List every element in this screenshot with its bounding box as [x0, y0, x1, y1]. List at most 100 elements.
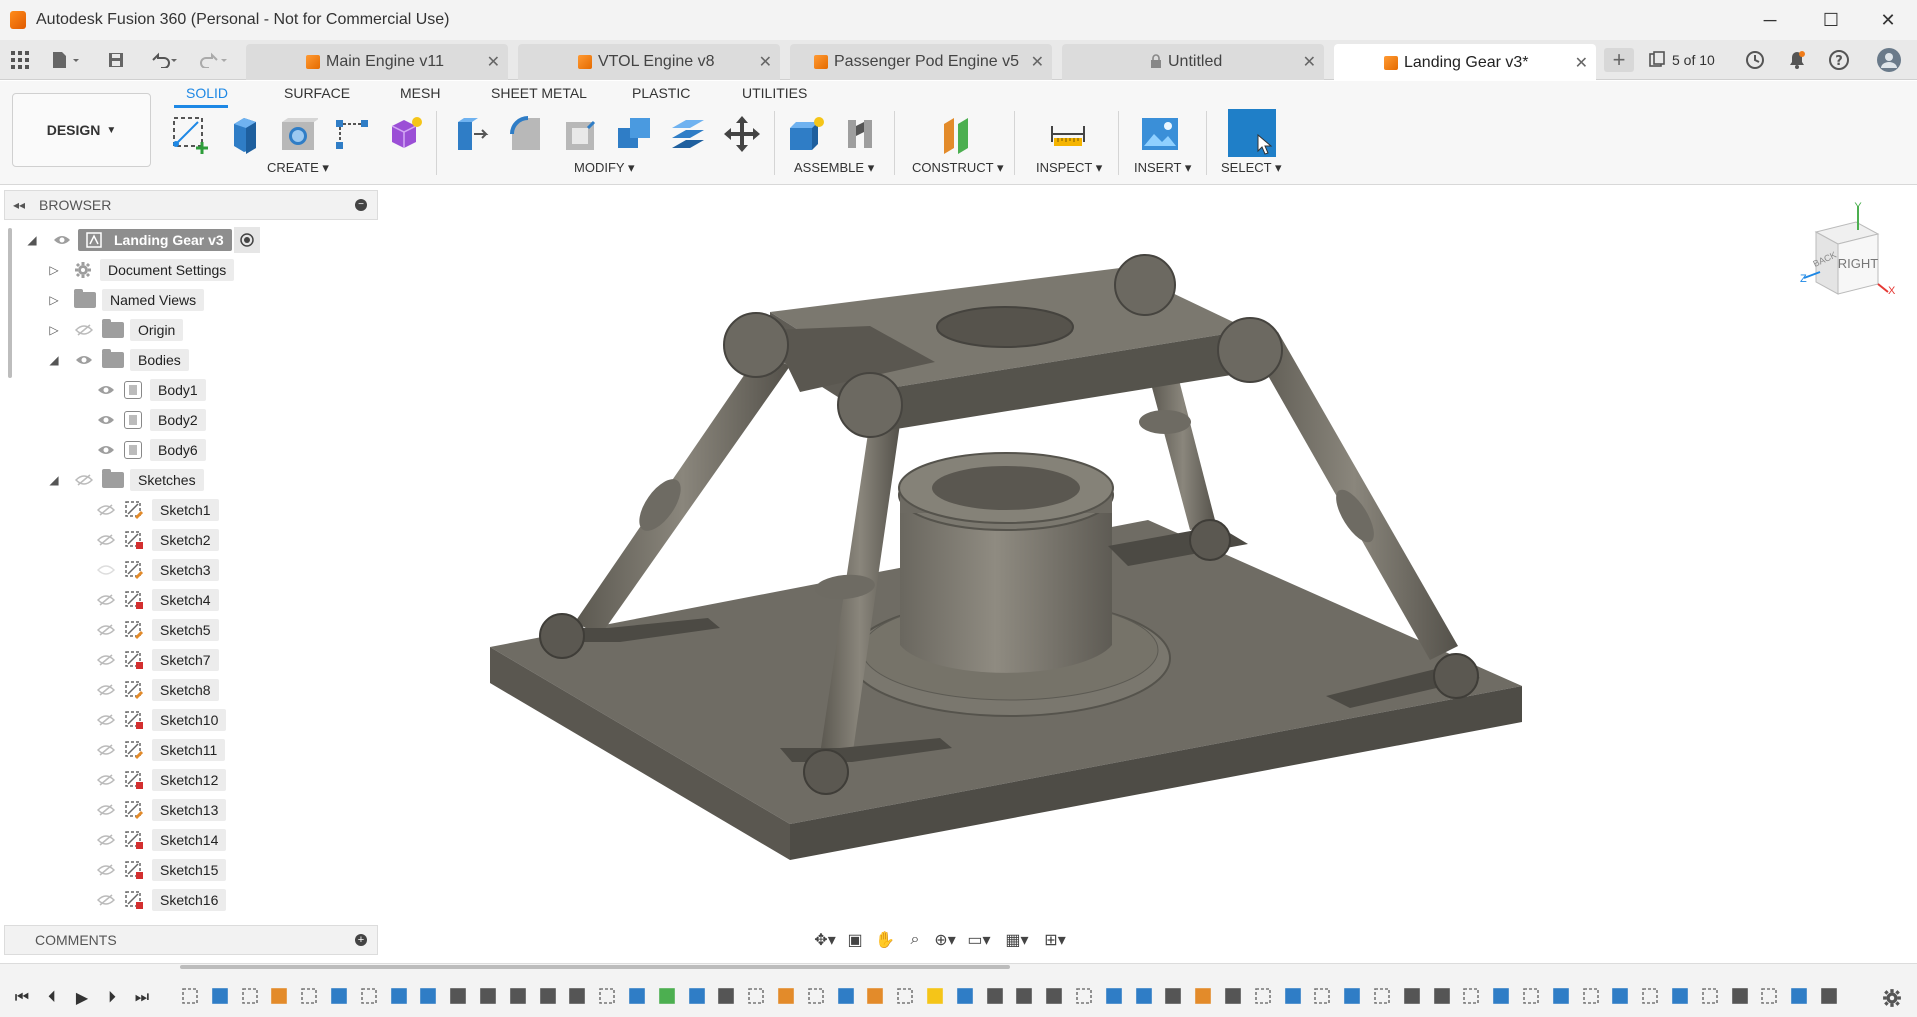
hidden-eye-icon[interactable]	[74, 323, 94, 337]
tab-counter[interactable]: 5 of 10	[1648, 48, 1715, 72]
step-forward-icon[interactable]: ⏵	[100, 986, 124, 1010]
zoom-icon[interactable]: ⌕	[900, 927, 930, 953]
timeline-revolve-icon[interactable]	[329, 986, 351, 1008]
browser-sketch[interactable]: Sketch4	[96, 587, 219, 613]
hidden-eye-icon[interactable]	[96, 593, 116, 607]
browser-body[interactable]: Body2	[96, 407, 206, 433]
play-icon[interactable]: ▶	[70, 986, 94, 1010]
timeline-sketch-icon[interactable]	[359, 986, 381, 1008]
timeline-shell-icon[interactable]	[538, 986, 560, 1008]
visibility-eye-icon[interactable]	[96, 443, 116, 457]
browser-sketch[interactable]: Sketch7	[96, 647, 219, 673]
timeline-sketch-icon[interactable]	[1759, 986, 1781, 1008]
modify-group-label[interactable]: MODIFY ▾	[574, 160, 634, 176]
workspace-switcher[interactable]: DESIGN ▼	[12, 93, 151, 167]
hidden-eye-icon[interactable]	[96, 653, 116, 667]
3d-viewport[interactable]	[380, 186, 1917, 956]
browser-sketch[interactable]: Sketch14	[96, 827, 227, 853]
help-icon[interactable]: ?	[1826, 48, 1852, 72]
timeline-extrude-icon[interactable]	[627, 986, 649, 1008]
tab-landing-gear[interactable]: Landing Gear v3* ✕	[1334, 44, 1596, 81]
browser-bodies[interactable]: ◢ Bodies	[46, 347, 189, 373]
shell-icon[interactable]	[558, 111, 602, 157]
collapse-triangle-icon[interactable]: ◢	[46, 352, 62, 368]
visibility-eye-icon[interactable]	[96, 413, 116, 427]
offset-plane-icon[interactable]	[936, 111, 980, 157]
hidden-eye-icon[interactable]	[96, 713, 116, 727]
expand-triangle-icon[interactable]: ▷	[46, 322, 62, 338]
move-copy-icon[interactable]	[720, 111, 764, 157]
tab-passenger-pod-engine[interactable]: Passenger Pod Engine v5 ✕	[790, 44, 1052, 80]
browser-named-views[interactable]: ▷ Named Views	[46, 287, 205, 313]
look-at-icon[interactable]: ▣	[840, 927, 870, 953]
create-sketch-icon[interactable]	[168, 111, 212, 157]
timeline-sketch-icon[interactable]	[299, 986, 321, 1008]
timeline-sketch-icon[interactable]	[1372, 986, 1394, 1008]
tab-close-icon[interactable]: ✕	[1031, 52, 1044, 72]
hidden-eye-icon[interactable]	[74, 473, 94, 487]
timeline-extrude-icon[interactable]	[1283, 986, 1305, 1008]
browser-scrollbar[interactable]	[8, 228, 12, 378]
timeline-extrude-icon[interactable]	[1491, 986, 1513, 1008]
timeline-extrude-icon[interactable]	[1789, 986, 1811, 1008]
orbit-icon[interactable]: ✥▾	[810, 927, 840, 953]
tab-close-icon[interactable]: ✕	[759, 52, 772, 72]
tab-utilities[interactable]: UTILITIES	[742, 85, 807, 101]
browser-header[interactable]: ◂◂ BROWSER −	[4, 190, 378, 220]
visibility-eye-icon[interactable]	[74, 353, 94, 367]
timeline-box-icon[interactable]	[687, 986, 709, 1008]
create-group-label[interactable]: CREATE ▾	[267, 160, 329, 176]
timeline-shell-icon[interactable]	[1819, 986, 1841, 1008]
add-comment-icon[interactable]: +	[355, 934, 367, 946]
timeline-fillet-icon[interactable]	[1193, 986, 1215, 1008]
tab-vtol-engine[interactable]: VTOL Engine v8 ✕	[518, 44, 780, 80]
tab-untitled[interactable]: Untitled ✕	[1062, 44, 1324, 80]
timeline-shell-icon[interactable]	[716, 986, 738, 1008]
go-to-start-icon[interactable]: ⏮	[10, 986, 34, 1010]
browser-body[interactable]: Body1	[96, 377, 206, 403]
timeline-extrude-icon[interactable]	[836, 986, 858, 1008]
hidden-eye-icon[interactable]	[96, 623, 116, 637]
browser-document-settings[interactable]: ▷ Document Settings	[46, 257, 235, 283]
timeline-sketch-icon[interactable]	[1074, 986, 1096, 1008]
browser-sketch[interactable]: Sketch10	[96, 707, 227, 733]
activate-radio-icon[interactable]	[233, 227, 260, 253]
timeline-sketch-icon[interactable]	[746, 986, 768, 1008]
timeline-shell-icon[interactable]	[448, 986, 470, 1008]
measure-icon[interactable]	[1046, 111, 1090, 157]
pattern-icon[interactable]	[330, 111, 374, 157]
hidden-eye-icon[interactable]	[96, 833, 116, 847]
hidden-eye-icon[interactable]	[96, 893, 116, 907]
app-grid-icon[interactable]	[8, 48, 32, 72]
collapse-browser-icon[interactable]: ◂◂	[13, 198, 25, 212]
construct-group-label[interactable]: CONSTRUCT ▾	[912, 160, 1004, 176]
browser-options-icon[interactable]: −	[355, 199, 367, 211]
timeline-shell-icon[interactable]	[1730, 986, 1752, 1008]
visibility-eye-icon[interactable]	[96, 383, 116, 397]
timeline-shell-icon[interactable]	[1402, 986, 1424, 1008]
hidden-eye-icon[interactable]	[96, 563, 116, 577]
timeline-extrude-icon[interactable]	[1670, 986, 1692, 1008]
browser-origin[interactable]: ▷ Origin	[46, 317, 184, 343]
maximize-button[interactable]: ☐	[1805, 0, 1857, 40]
browser-sketch[interactable]: Sketch1	[96, 497, 219, 523]
hidden-eye-icon[interactable]	[96, 503, 116, 517]
hidden-eye-icon[interactable]	[96, 533, 116, 547]
timeline-extrude-icon[interactable]	[955, 986, 977, 1008]
browser-sketches[interactable]: ◢ Sketches	[46, 467, 204, 493]
comments-panel[interactable]: COMMENTS +	[4, 925, 378, 955]
minimize-button[interactable]: ─	[1744, 0, 1796, 40]
hidden-eye-icon[interactable]	[96, 803, 116, 817]
file-menu-icon[interactable]	[46, 48, 86, 72]
timeline-sketch-icon[interactable]	[1253, 986, 1275, 1008]
display-settings-icon[interactable]: ▭▾	[960, 927, 998, 953]
new-tab-icon[interactable]: +	[1604, 47, 1634, 72]
browser-sketch[interactable]: Sketch15	[96, 857, 227, 883]
landing-gear-model[interactable]	[380, 186, 1917, 956]
insert-image-icon[interactable]	[1138, 111, 1182, 157]
collapse-triangle-icon[interactable]: ◢	[46, 472, 62, 488]
user-avatar-icon[interactable]	[1874, 48, 1904, 72]
close-button[interactable]: ✕	[1862, 0, 1914, 40]
expand-triangle-icon[interactable]: ▷	[46, 262, 62, 278]
browser-body[interactable]: Body6	[96, 437, 206, 463]
